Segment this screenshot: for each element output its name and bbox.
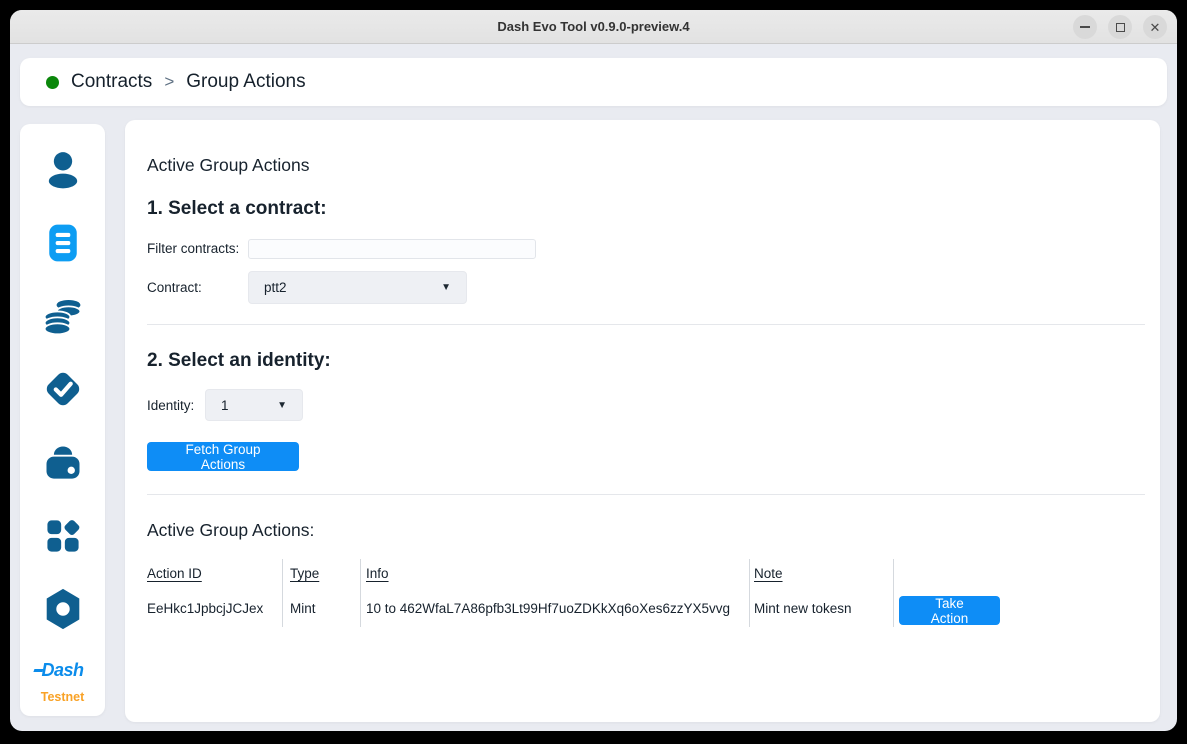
maximize-button[interactable] (1108, 15, 1132, 39)
cell-action-id: EeHkc1JpbcjJCJex (147, 601, 282, 617)
cell-type: Mint (290, 601, 360, 617)
contract-dropdown[interactable]: ptt2 ▼ (248, 271, 467, 304)
main-content: Active Group Actions 1. Select a contrac… (125, 120, 1160, 722)
maximize-icon (1116, 23, 1125, 32)
breadcrumb-separator: > (164, 72, 174, 92)
column-note: Note Mint new tokesn (750, 559, 894, 627)
sidebar-item-contracts[interactable] (40, 221, 86, 266)
sidebar-item-verify[interactable] (40, 366, 86, 412)
column-header: Type (290, 565, 360, 582)
identity-dropdown-value: 1 (221, 398, 229, 413)
sidebar-footer: Dash Testnet (41, 660, 85, 704)
breadcrumb-group-actions[interactable]: Group Actions (186, 71, 305, 93)
dash-logo-stroke (34, 669, 44, 672)
column-action-id: Action ID EeHkc1JpbcjJCJex (147, 559, 283, 627)
app-window: Dash Evo Tool v0.9.0-preview.4 ✕ Contrac… (10, 10, 1177, 731)
identity-dropdown[interactable]: 1 ▼ (205, 389, 303, 421)
sidebar-item-network[interactable] (40, 586, 86, 632)
breadcrumb: Contracts > Group Actions (20, 58, 1167, 106)
page-title: Active Group Actions (147, 155, 1138, 176)
connection-status-dot (46, 76, 59, 89)
wallet-icon (41, 441, 85, 485)
sidebar-item-apps[interactable] (40, 513, 86, 558)
section2-heading: 2. Select an identity: (147, 349, 1138, 372)
identity-icon (41, 148, 85, 192)
window-controls: ✕ (1073, 15, 1167, 39)
column-header: Action ID (147, 565, 282, 582)
divider (147, 494, 1145, 495)
sidebar-item-tokens[interactable] (40, 294, 86, 339)
chevron-down-icon: ▼ (441, 282, 451, 293)
contract-label: Contract: (147, 280, 248, 295)
window-title: Dash Evo Tool v0.9.0-preview.4 (497, 19, 689, 34)
column-info: Info 10 to 462WfaL7A86pfb3Lt99Hf7uoZDKkX… (361, 559, 750, 627)
group-actions-table: Action ID EeHkc1JpbcjJCJex Type Mint Inf… (147, 559, 1138, 627)
filter-contracts-input[interactable] (248, 239, 536, 259)
column-action: Take Action (894, 559, 1000, 627)
column-type: Type Mint (283, 559, 361, 627)
contract-row: Contract: ptt2 ▼ (147, 271, 1138, 304)
network-badge: Testnet (41, 690, 85, 704)
breadcrumb-contracts[interactable]: Contracts (71, 71, 152, 93)
fetch-group-actions-button[interactable]: Fetch Group Actions (147, 442, 299, 471)
close-icon: ✕ (1150, 21, 1161, 34)
filter-contracts-label: Filter contracts: (147, 241, 248, 256)
divider (147, 324, 1145, 325)
cell-info: 10 to 462WfaL7A86pfb3Lt99Hf7uoZDKkXq6oXe… (366, 601, 749, 617)
tokens-icon (41, 294, 85, 338)
section1-heading: 1. Select a contract: (147, 197, 1138, 220)
contract-dropdown-value: ptt2 (264, 280, 287, 295)
identity-row: Identity: 1 ▼ (147, 389, 1138, 421)
titlebar: Dash Evo Tool v0.9.0-preview.4 ✕ (10, 10, 1177, 44)
close-button[interactable]: ✕ (1143, 15, 1167, 39)
minimize-icon (1080, 26, 1090, 28)
minimize-button[interactable] (1073, 15, 1097, 39)
sidebar-item-wallet[interactable] (40, 440, 86, 485)
dash-logo: Dash (41, 660, 83, 681)
take-action-button[interactable]: Take Action (899, 596, 1000, 625)
column-header: Info (366, 565, 749, 582)
column-header: Note (754, 565, 893, 582)
results-heading: Active Group Actions: (147, 520, 1138, 541)
check-icon (40, 366, 86, 412)
filter-contracts-row: Filter contracts: (147, 238, 1138, 259)
identity-label: Identity: (147, 398, 205, 413)
contracts-icon (41, 221, 85, 265)
chevron-down-icon: ▼ (277, 400, 287, 411)
sidebar: Dash Testnet (20, 124, 105, 716)
network-icon (40, 586, 86, 632)
sidebar-item-identities[interactable] (40, 148, 86, 193)
apps-icon (41, 514, 85, 558)
cell-note: Mint new tokesn (754, 601, 893, 617)
